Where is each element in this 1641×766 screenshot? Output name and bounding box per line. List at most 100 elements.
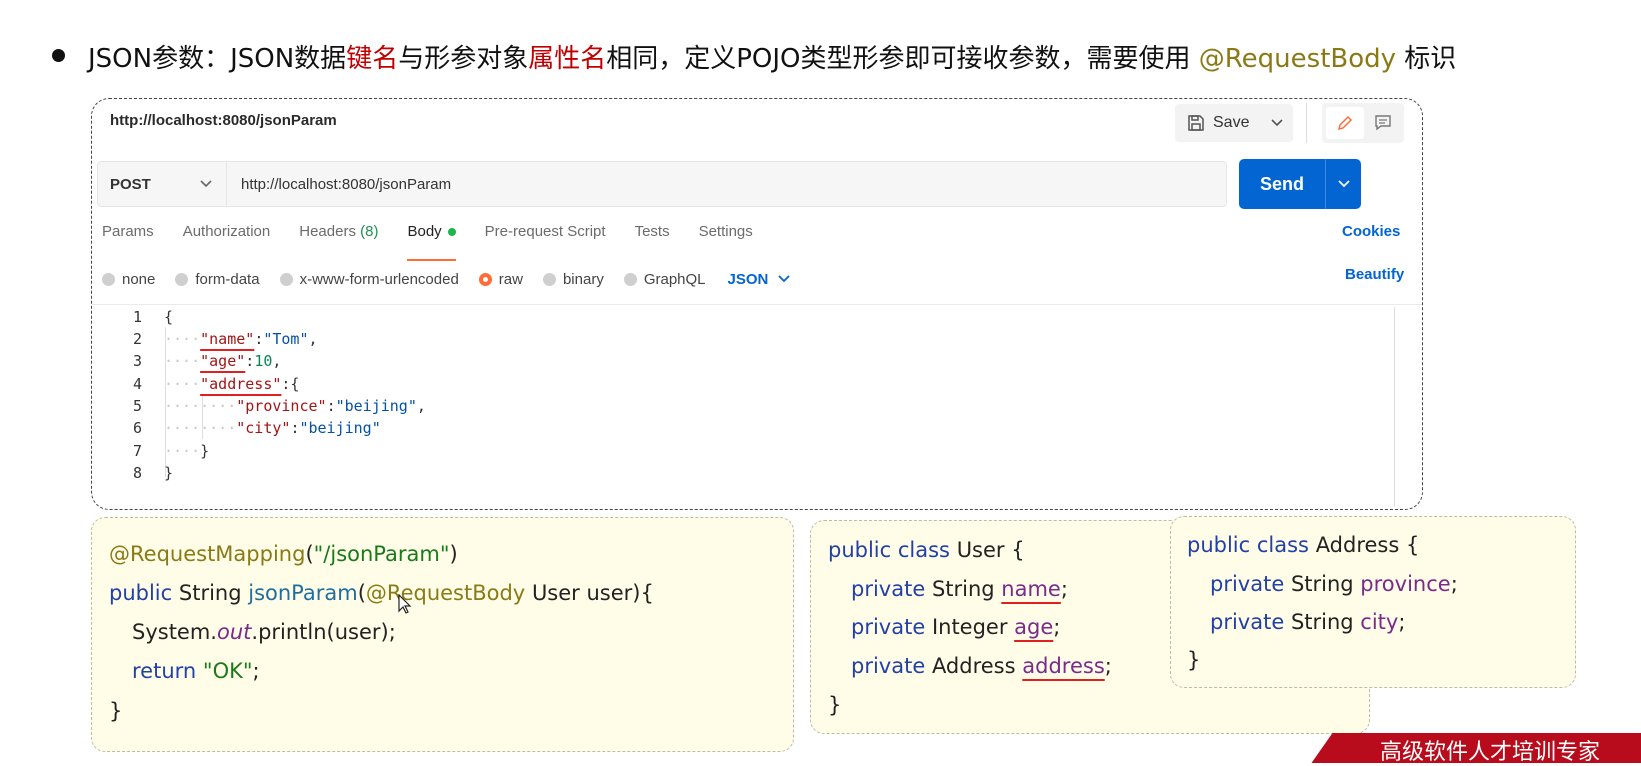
field-province: province — [1360, 572, 1451, 596]
title-annotation: @RequestBody — [1198, 44, 1397, 74]
closing-brace: } — [828, 693, 842, 717]
line-number: 1 — [132, 308, 142, 326]
print-prefix: System. — [132, 620, 217, 644]
json-key-city: "city" — [236, 419, 291, 437]
comments-button[interactable] — [1364, 107, 1402, 139]
radio-circle-selected — [478, 272, 492, 286]
code-line: public class User { — [828, 538, 1025, 562]
class-name: User { — [956, 538, 1025, 562]
tab-settings[interactable]: Settings — [699, 223, 753, 253]
title-rest: 相同，定义POJO类型形参即可接收参数，需要使用 — [606, 44, 1199, 74]
radio-urlencoded-label: x-www-form-urlencoded — [299, 270, 459, 288]
return-value: "OK" — [202, 659, 253, 683]
save-group: Save — [1175, 104, 1293, 142]
slide-title: JSON参数：JSON数据键名与形参对象属性名相同，定义POJO类型形参即可接收… — [88, 38, 1456, 75]
keyword-private: private — [851, 654, 926, 678]
request-tabs: Params Authorization Headers (8) Body Pr… — [102, 223, 782, 261]
radio-raw-label: raw — [498, 270, 523, 288]
method-label: POST — [110, 175, 151, 193]
keyword-private: private — [1210, 572, 1285, 596]
tab-tests[interactable]: Tests — [635, 223, 670, 253]
radio-urlencoded[interactable]: x-www-form-urlencoded — [279, 270, 459, 288]
field-type: Integer — [931, 615, 1008, 639]
closing-brace: } — [109, 699, 123, 723]
format-label: JSON — [727, 270, 769, 288]
keyword-private: private — [851, 577, 926, 601]
code-line: System.out.println(user); — [132, 620, 396, 644]
json-key-age: "age" — [200, 352, 246, 370]
beautify-link[interactable]: Beautify — [1345, 266, 1404, 283]
field-type: String — [1290, 610, 1354, 634]
edit-button[interactable] — [1326, 107, 1364, 139]
tab-params[interactable]: Params — [102, 223, 154, 253]
field-type: String — [1290, 572, 1354, 596]
view-mode-group — [1322, 103, 1404, 143]
radio-graphql-label: GraphQL — [643, 270, 706, 288]
field-address: address — [1022, 654, 1105, 678]
field-city: city — [1360, 610, 1399, 634]
chevron-down-icon — [1271, 119, 1283, 127]
tab-pre-request-script[interactable]: Pre-request Script — [485, 223, 606, 253]
code-line: private String city; — [1210, 610, 1406, 634]
cookies-link[interactable]: Cookies — [1342, 223, 1400, 240]
code-line: private String name; — [851, 577, 1068, 601]
save-dropdown-button[interactable] — [1261, 104, 1293, 142]
type-string: String — [178, 581, 242, 605]
method-select[interactable]: POST — [97, 161, 227, 207]
brand-banner-text: 高级软件人才培训专家 — [1380, 740, 1601, 765]
json-body-editor[interactable]: 1{ 2 ····"name":"Tom", 3 ····"age":10, 4 ··… — [92, 305, 1392, 509]
code-line: } — [1187, 648, 1200, 672]
method-param: User user){ — [531, 581, 654, 605]
json-key-name: "name" — [200, 330, 255, 348]
editor-scrollbar[interactable] — [1394, 307, 1395, 507]
comment-icon — [1375, 115, 1391, 131]
tab-authorization[interactable]: Authorization — [183, 223, 271, 253]
url-input[interactable] — [227, 161, 1227, 207]
json-value-city: "beijing" — [299, 419, 381, 437]
code-line: private Integer age; — [851, 615, 1061, 639]
body-indicator-dot — [447, 228, 456, 237]
pencil-icon — [1337, 115, 1353, 131]
json-key-province: "province" — [236, 397, 327, 415]
request-body-annotation: @RequestBody — [365, 581, 526, 605]
code-line: private Address address; — [851, 654, 1112, 678]
radio-form-data[interactable]: form-data — [175, 271, 260, 288]
request-name[interactable]: http://localhost:8080/jsonParam — [110, 112, 337, 129]
chevron-down-icon — [200, 180, 212, 188]
headers-count-badge: (8) — [360, 223, 379, 240]
title-prefix: JSON参数：JSON数据 — [88, 44, 347, 74]
tab-headers[interactable]: Headers (8) — [299, 223, 378, 253]
body-type-radios: none form-data x-www-form-urlencoded raw… — [102, 266, 791, 292]
radio-raw[interactable]: raw — [478, 270, 523, 288]
json-key-address: "address" — [200, 375, 282, 393]
request-mapping-annotation: @RequestMapping — [109, 542, 306, 566]
radio-circle — [102, 272, 115, 286]
line-number: 7 — [132, 442, 142, 460]
mouse-cursor-icon — [398, 594, 412, 614]
format-select[interactable]: JSON — [728, 271, 791, 288]
line-number: 5 — [132, 397, 142, 415]
tab-body[interactable]: Body — [407, 223, 456, 261]
class-name: Address { — [1315, 533, 1420, 557]
save-icon — [1188, 115, 1204, 131]
radio-binary[interactable]: binary — [542, 270, 604, 288]
json-value-province: "beijing" — [335, 397, 417, 415]
radio-graphql[interactable]: GraphQL — [623, 270, 706, 288]
radio-binary-label: binary — [562, 270, 604, 288]
json-brace: } — [164, 464, 174, 482]
json-value-age: 10 — [254, 352, 273, 370]
send-dropdown-button[interactable] — [1325, 159, 1362, 209]
code-line: return "OK"; — [132, 659, 260, 683]
field-type: String — [931, 577, 995, 601]
radio-none[interactable]: none — [102, 271, 155, 288]
line-number: 3 — [132, 352, 142, 370]
tab-headers-label: Headers — [299, 223, 356, 240]
print-suffix: .println(user); — [251, 620, 396, 644]
send-group: Send — [1239, 159, 1361, 209]
tab-body-label: Body — [407, 223, 442, 240]
line-number: 2 — [132, 330, 142, 348]
save-button[interactable]: Save — [1175, 104, 1261, 142]
chevron-down-icon — [778, 275, 791, 283]
send-button[interactable]: Send — [1239, 159, 1325, 209]
field-age: age — [1014, 615, 1054, 639]
